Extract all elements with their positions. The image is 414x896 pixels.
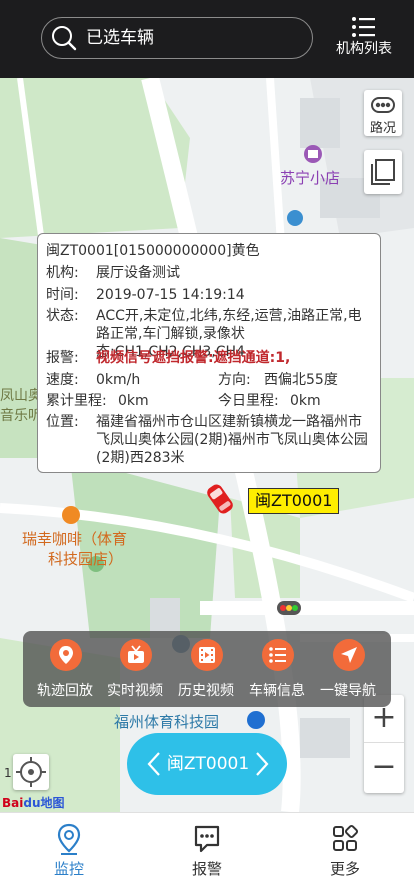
- locate-button[interactable]: [13, 754, 49, 790]
- current-vehicle-name[interactable]: 闽ZT0001: [163, 753, 253, 775]
- vehicle-marker-icon[interactable]: [201, 480, 239, 518]
- chevron-right-icon[interactable]: [249, 749, 273, 779]
- vehicle-action-bar: 轨迹回放 实时视频 历史视频 车辆信息 一键导航: [23, 631, 391, 707]
- zoom-control: + −: [364, 695, 404, 793]
- vehicle-search-box[interactable]: 已选车辆: [41, 17, 313, 59]
- one-key-navigation-button[interactable]: 一键导航: [311, 639, 385, 705]
- traffic-icon: [371, 97, 395, 113]
- layer-button[interactable]: [364, 150, 402, 194]
- traffic-label: 路况: [369, 121, 396, 136]
- live-video-button[interactable]: 实时视频: [98, 639, 172, 705]
- poi-suning-label: 苏宁小店: [280, 169, 341, 187]
- grid-icon: [333, 824, 359, 851]
- track-playback-button[interactable]: 轨迹回放: [28, 639, 102, 705]
- map-scale: 1: [4, 766, 12, 780]
- alarm-text: 视频信号遮挡报警:遮挡通道:1,: [96, 350, 291, 366]
- baidu-map-logo: Baidu地图: [2, 796, 65, 810]
- vehicle-plate-tag[interactable]: 闽ZT0001: [248, 488, 340, 514]
- map-view[interactable]: 苏宁小店 凤山奥 音乐听 瑞幸咖啡（体育 科技园店） 福州体育科技园 路况 + …: [0, 78, 414, 812]
- list-icon: [269, 647, 286, 663]
- tab-more[interactable]: 更多: [295, 823, 395, 887]
- tab-monitor[interactable]: 监控: [19, 823, 119, 887]
- search-text: 已选车辆: [86, 28, 154, 48]
- layers-icon: [371, 159, 395, 185]
- crosshair-icon: [16, 757, 46, 787]
- org-list-label: 机构列表: [336, 41, 392, 57]
- location-pin-icon: [59, 646, 73, 664]
- location-pin-icon: [57, 823, 81, 855]
- poi-park-left-label: 凤山奥 音乐听: [0, 388, 42, 424]
- navigation-arrow-icon: [341, 647, 357, 663]
- history-video-button[interactable]: 历史视频: [169, 639, 243, 705]
- zoom-out-button[interactable]: −: [364, 744, 404, 792]
- message-icon: [194, 825, 220, 853]
- search-icon: [52, 26, 77, 51]
- top-bar: 已选车辆 机构列表: [0, 0, 414, 78]
- poi-sports-park-label: 福州体育科技园: [114, 713, 220, 731]
- bottom-tab-bar: 监控 报警 更多: [0, 812, 414, 896]
- tv-icon: [128, 645, 144, 663]
- traffic-button[interactable]: 路况: [364, 90, 402, 136]
- poi-cafe-label: 瑞幸咖啡（体育 科技园店）: [22, 530, 128, 568]
- org-list-button[interactable]: 机构列表: [333, 14, 395, 64]
- list-icon: [352, 17, 375, 37]
- vehicle-info-button[interactable]: 车辆信息: [240, 639, 314, 705]
- popup-title: 闽ZT0001[015000000000]黄色: [46, 243, 260, 259]
- vehicle-info-popup: 闽ZT0001[015000000000]黄色 机构: 展厅设备测试 时间: 2…: [37, 233, 381, 473]
- tab-alarm[interactable]: 报警: [157, 823, 257, 887]
- film-icon: [199, 647, 215, 663]
- vehicle-switcher: 闽ZT0001: [127, 733, 287, 795]
